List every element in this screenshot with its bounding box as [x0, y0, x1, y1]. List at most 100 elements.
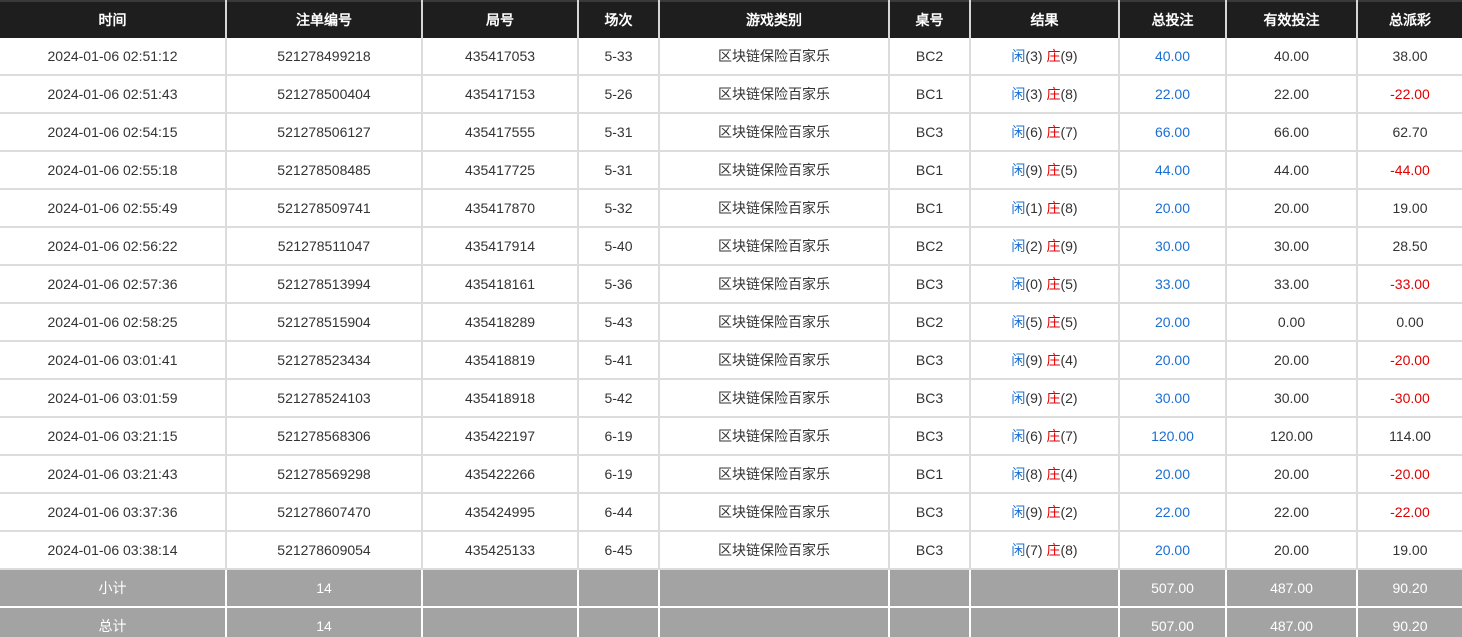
cell-game-type: 区块链保险百家乐: [659, 189, 890, 228]
result-banker-score: (5): [1060, 276, 1078, 292]
cell-time: 2024-01-06 03:37:36: [0, 493, 227, 532]
header-session: 场次: [578, 0, 660, 38]
bet-records-table: 时间 注单编号 局号 场次 游戏类别 桌号 结果 总投注 有效投注 总派彩 20…: [0, 0, 1462, 637]
cell-game-type: 区块链保险百家乐: [659, 38, 890, 76]
result-player-score: (6): [1025, 124, 1043, 140]
cell-bet-number: 521278607470: [226, 493, 423, 532]
header-time: 时间: [0, 0, 227, 38]
cell-round-number: 435417914: [422, 227, 579, 266]
cell-table-number: BC1: [889, 151, 971, 190]
cell-total-payout: 0.00: [1357, 303, 1462, 342]
cell-session: 5-40: [578, 227, 660, 266]
grand-total-count: 14: [226, 607, 423, 637]
result-player-score: (8): [1025, 466, 1043, 482]
cell-table-number: BC3: [889, 113, 971, 152]
cell-total-bet: 20.00: [1119, 531, 1227, 570]
cell-bet-number: 521278568306: [226, 417, 423, 456]
cell-time: 2024-01-06 03:21:15: [0, 417, 227, 456]
result-banker-score: (8): [1060, 542, 1078, 558]
result-player-score: (9): [1025, 162, 1043, 178]
cell-total-payout: -20.00: [1357, 455, 1462, 494]
header-valid-bet: 有效投注: [1226, 0, 1358, 38]
table-row: 2024-01-06 03:01:41 521278523434 435418819…: [0, 341, 1462, 380]
cell-valid-bet: 120.00: [1226, 417, 1358, 456]
cell-table-number: BC3: [889, 379, 971, 418]
result-player-label: 闲: [1011, 542, 1026, 558]
result-player-label: 闲: [1011, 314, 1026, 330]
cell-round-number: 435417555: [422, 113, 579, 152]
cell-total-bet: 20.00: [1119, 341, 1227, 380]
cell-session: 5-31: [578, 151, 660, 190]
result-banker-score: (5): [1060, 314, 1078, 330]
cell-session: 6-19: [578, 455, 660, 494]
subtotal-empty-cell: [578, 569, 660, 608]
cell-time: 2024-01-06 02:56:22: [0, 227, 227, 266]
cell-total-bet: 30.00: [1119, 379, 1227, 418]
result-player-label: 闲: [1011, 428, 1026, 444]
table-row: 2024-01-06 02:55:49 521278509741 435417870…: [0, 189, 1462, 228]
cell-table-number: BC1: [889, 75, 971, 114]
cell-bet-number: 521278523434: [226, 341, 423, 380]
cell-round-number: 435424995: [422, 493, 579, 532]
cell-total-payout: -22.00: [1357, 75, 1462, 114]
result-banker-label: 庄: [1046, 428, 1061, 444]
result-banker-label: 庄: [1046, 314, 1061, 330]
subtotal-total-bet: 507.00: [1119, 569, 1227, 608]
cell-game-type: 区块链保险百家乐: [659, 227, 890, 266]
cell-game-type: 区块链保险百家乐: [659, 75, 890, 114]
cell-game-type: 区块链保险百家乐: [659, 341, 890, 380]
cell-table-number: BC3: [889, 417, 971, 456]
cell-bet-number: 521278524103: [226, 379, 423, 418]
cell-valid-bet: 20.00: [1226, 455, 1358, 494]
cell-bet-number: 521278500404: [226, 75, 423, 114]
subtotal-empty-cell: [659, 569, 890, 608]
cell-bet-number: 521278509741: [226, 189, 423, 228]
cell-valid-bet: 20.00: [1226, 189, 1358, 228]
cell-total-payout: -44.00: [1357, 151, 1462, 190]
cell-game-type: 区块链保险百家乐: [659, 531, 890, 570]
result-banker-label: 庄: [1046, 162, 1061, 178]
cell-session: 6-45: [578, 531, 660, 570]
result-player-score: (9): [1025, 352, 1043, 368]
cell-time: 2024-01-06 02:55:49: [0, 189, 227, 228]
result-banker-label: 庄: [1046, 86, 1061, 102]
result-banker-score: (8): [1060, 86, 1078, 102]
result-banker-score: (4): [1060, 352, 1078, 368]
cell-game-type: 区块链保险百家乐: [659, 455, 890, 494]
result-player-score: (5): [1025, 314, 1043, 330]
cell-total-payout: -30.00: [1357, 379, 1462, 418]
cell-total-bet: 20.00: [1119, 455, 1227, 494]
cell-bet-number: 521278513994: [226, 265, 423, 304]
result-banker-score: (4): [1060, 466, 1078, 482]
result-banker-label: 庄: [1046, 238, 1061, 254]
cell-session: 5-43: [578, 303, 660, 342]
grand-total-empty-cell: [889, 607, 971, 637]
cell-game-type: 区块链保险百家乐: [659, 113, 890, 152]
cell-table-number: BC3: [889, 341, 971, 380]
cell-total-payout: -20.00: [1357, 341, 1462, 380]
header-total-payout: 总派彩: [1357, 0, 1462, 38]
cell-total-bet: 30.00: [1119, 227, 1227, 266]
result-player-score: (2): [1025, 238, 1043, 254]
result-player-score: (9): [1025, 504, 1043, 520]
result-banker-score: (2): [1060, 504, 1078, 520]
cell-bet-number: 521278515904: [226, 303, 423, 342]
result-banker-label: 庄: [1046, 124, 1061, 140]
result-banker-score: (5): [1060, 162, 1078, 178]
cell-total-bet: 20.00: [1119, 303, 1227, 342]
cell-round-number: 435417725: [422, 151, 579, 190]
cell-valid-bet: 40.00: [1226, 38, 1358, 76]
cell-result: 闲(1) 庄(8): [970, 189, 1120, 228]
header-row: 时间 注单编号 局号 场次 游戏类别 桌号 结果 总投注 有效投注 总派彩: [0, 0, 1462, 38]
subtotal-count: 14: [226, 569, 423, 608]
result-player-label: 闲: [1011, 352, 1026, 368]
cell-session: 5-31: [578, 113, 660, 152]
grand-total-row: 总计 14 507.00 487.00 90.20: [0, 607, 1462, 637]
result-player-label: 闲: [1011, 124, 1026, 140]
cell-result: 闲(9) 庄(2): [970, 379, 1120, 418]
result-banker-label: 庄: [1046, 542, 1061, 558]
cell-result: 闲(3) 庄(8): [970, 75, 1120, 114]
cell-time: 2024-01-06 02:55:18: [0, 151, 227, 190]
grand-total-empty-cell: [578, 607, 660, 637]
result-banker-score: (9): [1060, 238, 1078, 254]
